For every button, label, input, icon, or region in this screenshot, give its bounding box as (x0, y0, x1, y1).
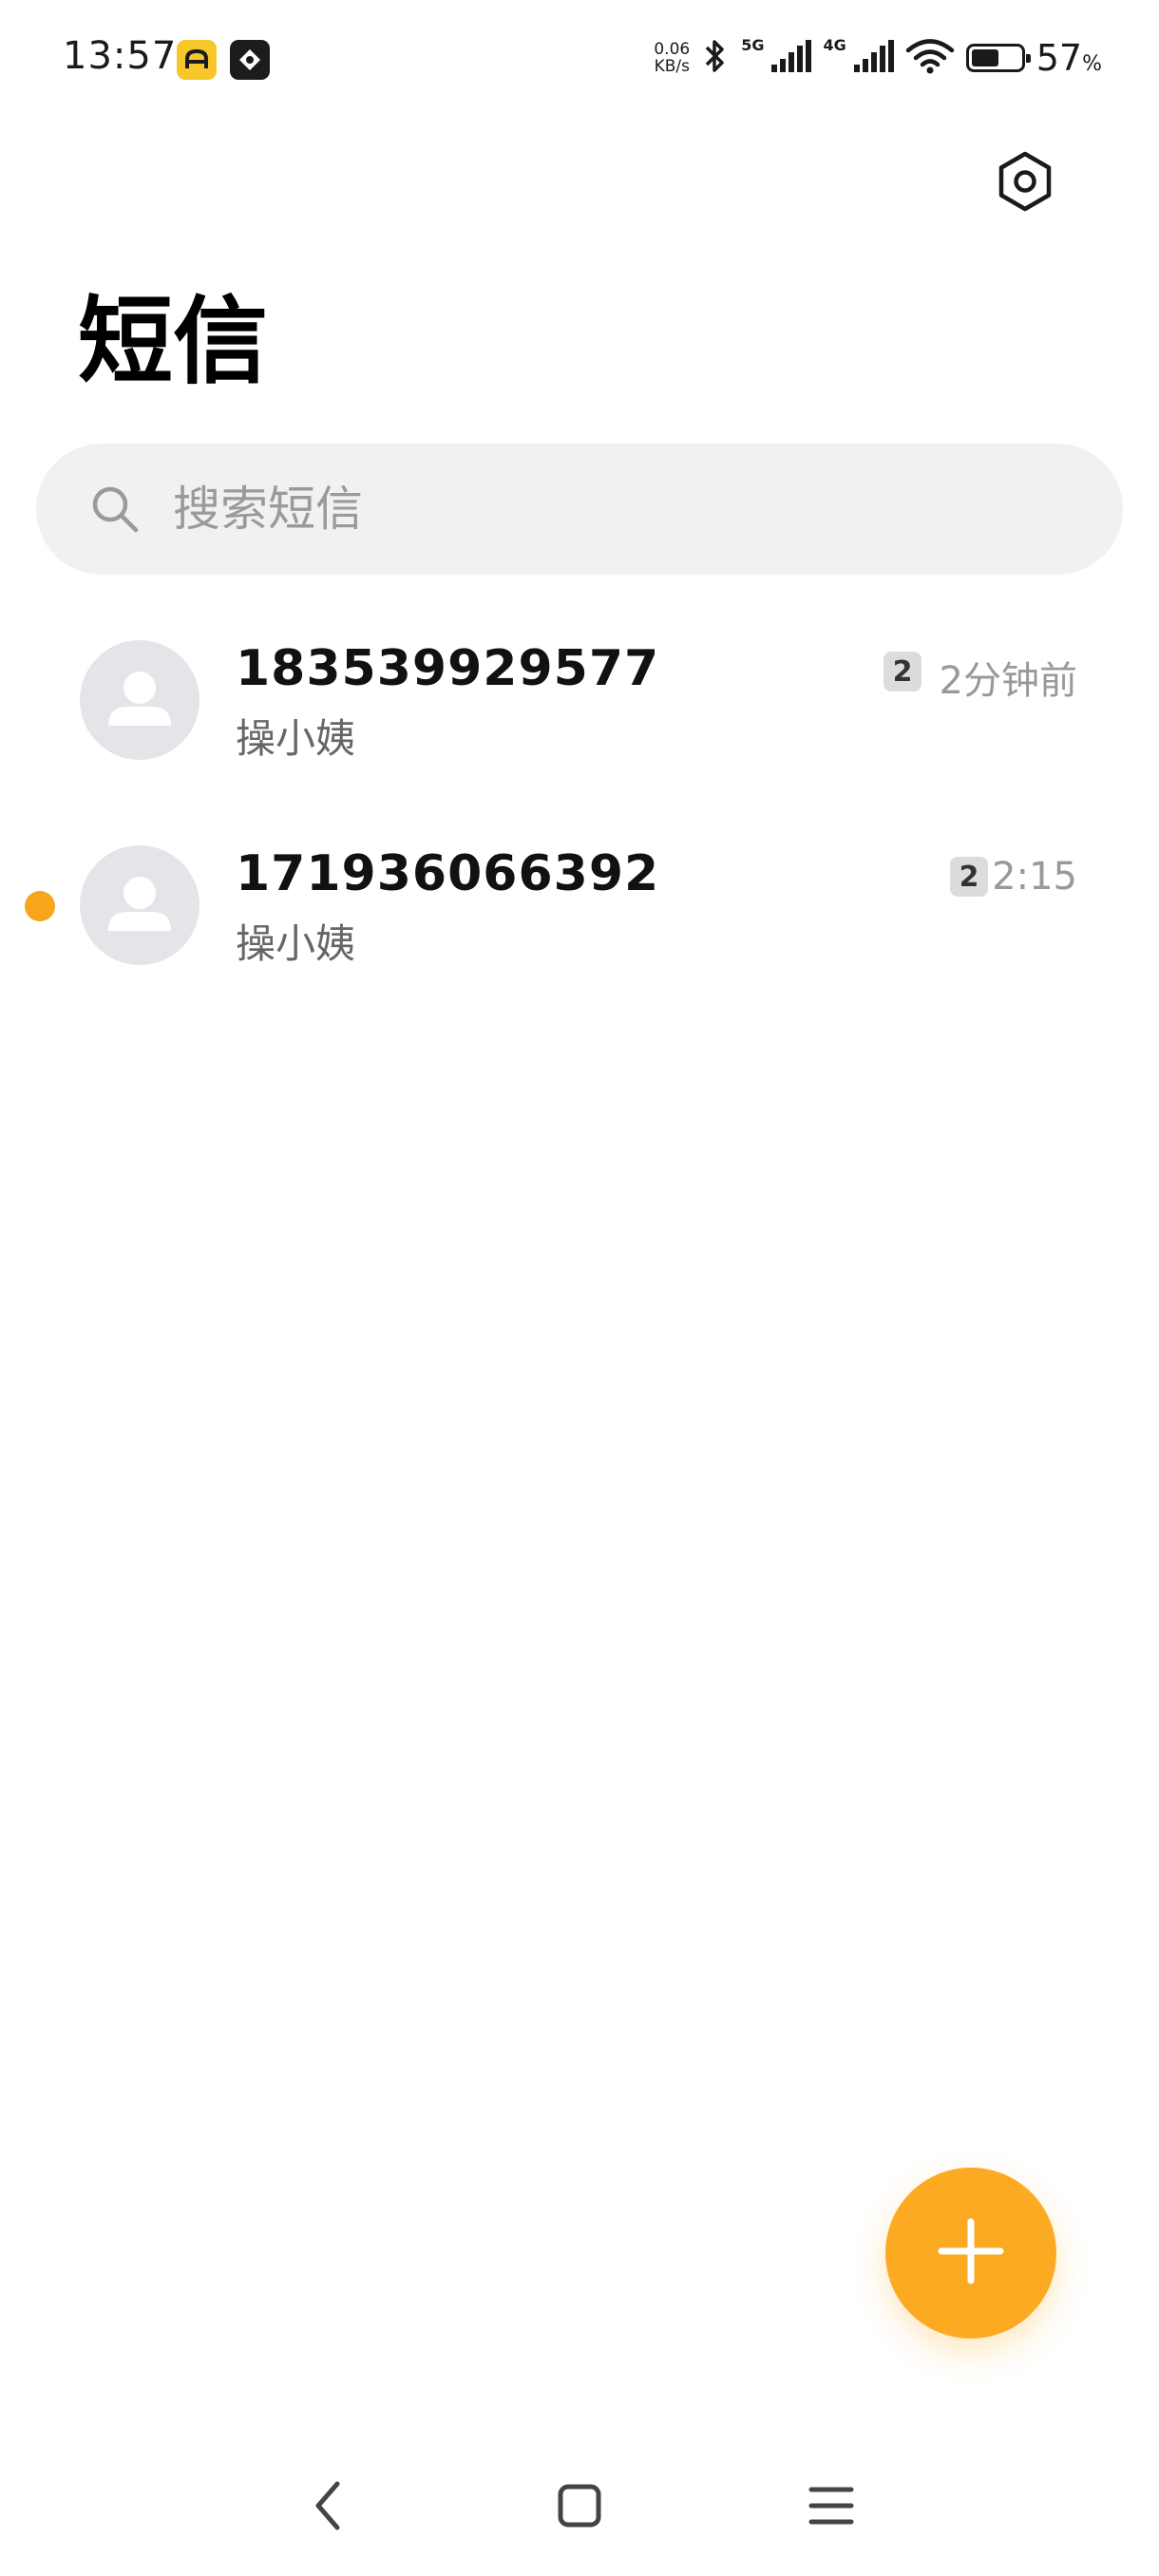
settings-hex-icon (995, 151, 1055, 216)
network-speed-value: 0.06 (654, 40, 691, 59)
bluetooth-icon (701, 37, 730, 79)
person-icon (108, 672, 171, 726)
conversation-item[interactable]: 183539929577 操小姨 2 2分钟前 (0, 604, 1159, 794)
nav-recents-button[interactable] (788, 2470, 874, 2546)
battery-icon (965, 44, 1031, 72)
new-message-button[interactable] (885, 2168, 1056, 2339)
app-notification-icon (230, 40, 270, 80)
plus-icon (938, 2218, 1004, 2288)
search-icon (89, 483, 141, 535)
conversation-name: 183539929577 (236, 640, 660, 697)
messages-screen: 13:57 0.06 KB/s 5G 4G 57% 短信 搜索短信 183539… (0, 0, 1159, 2576)
network-type-5g: 5G (741, 35, 765, 54)
search-input[interactable] (171, 481, 1030, 538)
network-speed: 0.06 KB/s (654, 41, 690, 75)
avatar (80, 640, 200, 760)
page-title: 短信 (78, 286, 268, 397)
wifi-icon (905, 38, 955, 78)
battery-percentage: 57% (1036, 37, 1102, 79)
conversation-time: 2:15 (992, 855, 1077, 899)
home-square-icon (556, 2482, 603, 2533)
battery-tip (1025, 54, 1031, 63)
unread-indicator (25, 891, 55, 921)
message-count-badge: 2 (884, 652, 922, 691)
battery-unit: % (1082, 52, 1102, 76)
status-time: 13:57 (63, 34, 178, 78)
network-speed-unit: KB/s (654, 57, 690, 76)
network-type-4g: 4G (823, 35, 846, 54)
signal-icon (852, 40, 894, 76)
settings-button[interactable] (994, 151, 1056, 216)
status-bar: 13:57 0.06 KB/s 5G 4G 57% (0, 0, 1159, 118)
app-notification-icon (177, 40, 217, 80)
back-chevron-icon (309, 2479, 347, 2536)
search-bar[interactable] (36, 444, 1123, 575)
signal-icon (770, 40, 812, 76)
conversation-name: 171936066392 (236, 845, 660, 902)
menu-lines-icon (808, 2482, 855, 2533)
status-indicators: 0.06 KB/s 5G 4G 57% (654, 34, 1102, 82)
conversation-time: 2分钟前 (939, 659, 1077, 703)
person-icon (108, 877, 171, 931)
battery-level-fill (971, 49, 998, 66)
nav-home-button[interactable] (537, 2470, 622, 2546)
avatar (80, 845, 200, 965)
conversation-item[interactable]: 171936066392 操小姨 2 2:15 (0, 809, 1159, 999)
nav-back-button[interactable] (285, 2470, 370, 2546)
conversation-preview: 操小姨 (236, 920, 356, 967)
battery-value: 57 (1036, 37, 1083, 79)
message-count-badge: 2 (950, 857, 988, 897)
conversation-preview: 操小姨 (236, 715, 356, 762)
